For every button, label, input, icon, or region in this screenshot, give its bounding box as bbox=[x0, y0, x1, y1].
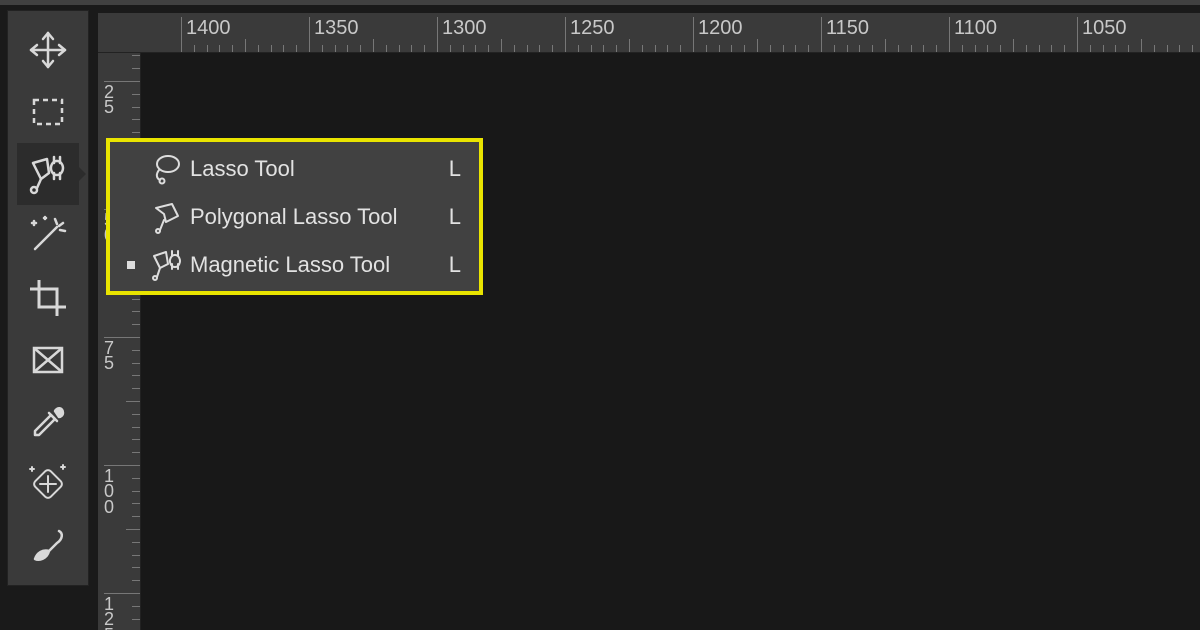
brush-tool[interactable] bbox=[17, 515, 79, 577]
horizontal-ruler[interactable]: 1400135013001250120011501100105010 bbox=[98, 13, 1200, 53]
lasso-tool[interactable] bbox=[17, 143, 79, 205]
ruler-corner bbox=[98, 13, 141, 53]
rectangular-marquee-tool[interactable] bbox=[17, 81, 79, 143]
eyedropper-tool[interactable] bbox=[17, 391, 79, 453]
flyout-item-polygonal-lasso[interactable]: Polygonal Lasso Tool L bbox=[110, 193, 479, 241]
move-icon bbox=[27, 29, 69, 71]
crop-icon bbox=[27, 277, 69, 319]
ruler-tick-label: 1100 bbox=[949, 17, 997, 53]
crop-tool[interactable] bbox=[17, 267, 79, 329]
polygonal-lasso-icon bbox=[144, 200, 190, 234]
flyout-item-magnetic-lasso[interactable]: Magnetic Lasso Tool L bbox=[110, 241, 479, 289]
healing-brush-tool[interactable] bbox=[17, 453, 79, 515]
selected-marker bbox=[118, 261, 144, 269]
healing-brush-icon bbox=[27, 463, 69, 505]
magic-wand-icon bbox=[27, 215, 69, 257]
tools-panel bbox=[7, 10, 89, 586]
marquee-icon bbox=[27, 91, 69, 133]
eyedropper-icon bbox=[27, 401, 69, 443]
frame-icon bbox=[27, 339, 69, 381]
flyout-item-label: Lasso Tool bbox=[190, 156, 449, 182]
flyout-item-label: Magnetic Lasso Tool bbox=[190, 252, 449, 278]
lasso-tool-flyout: Lasso Tool L Polygonal Lasso Tool L Magn bbox=[106, 138, 483, 295]
flyout-item-label: Polygonal Lasso Tool bbox=[190, 204, 449, 230]
magnetic-lasso-icon bbox=[144, 248, 190, 282]
ruler-tick-label: 25 bbox=[104, 81, 141, 116]
flyout-item-shortcut: L bbox=[449, 252, 461, 278]
ruler-tick-label: 1150 bbox=[821, 17, 869, 53]
frame-tool[interactable] bbox=[17, 329, 79, 391]
move-tool[interactable] bbox=[17, 19, 79, 81]
magnetic-lasso-icon bbox=[27, 153, 69, 195]
ruler-tick-label: 125 bbox=[104, 593, 141, 630]
brush-icon bbox=[27, 525, 69, 567]
flyout-item-shortcut: L bbox=[449, 156, 461, 182]
flyout-item-shortcut: L bbox=[449, 204, 461, 230]
flyout-item-lasso[interactable]: Lasso Tool L bbox=[110, 145, 479, 193]
ruler-tick-label: 75 bbox=[104, 337, 141, 372]
magic-wand-tool[interactable] bbox=[17, 205, 79, 267]
lasso-icon bbox=[144, 152, 190, 186]
top-options-bar bbox=[0, 0, 1200, 5]
